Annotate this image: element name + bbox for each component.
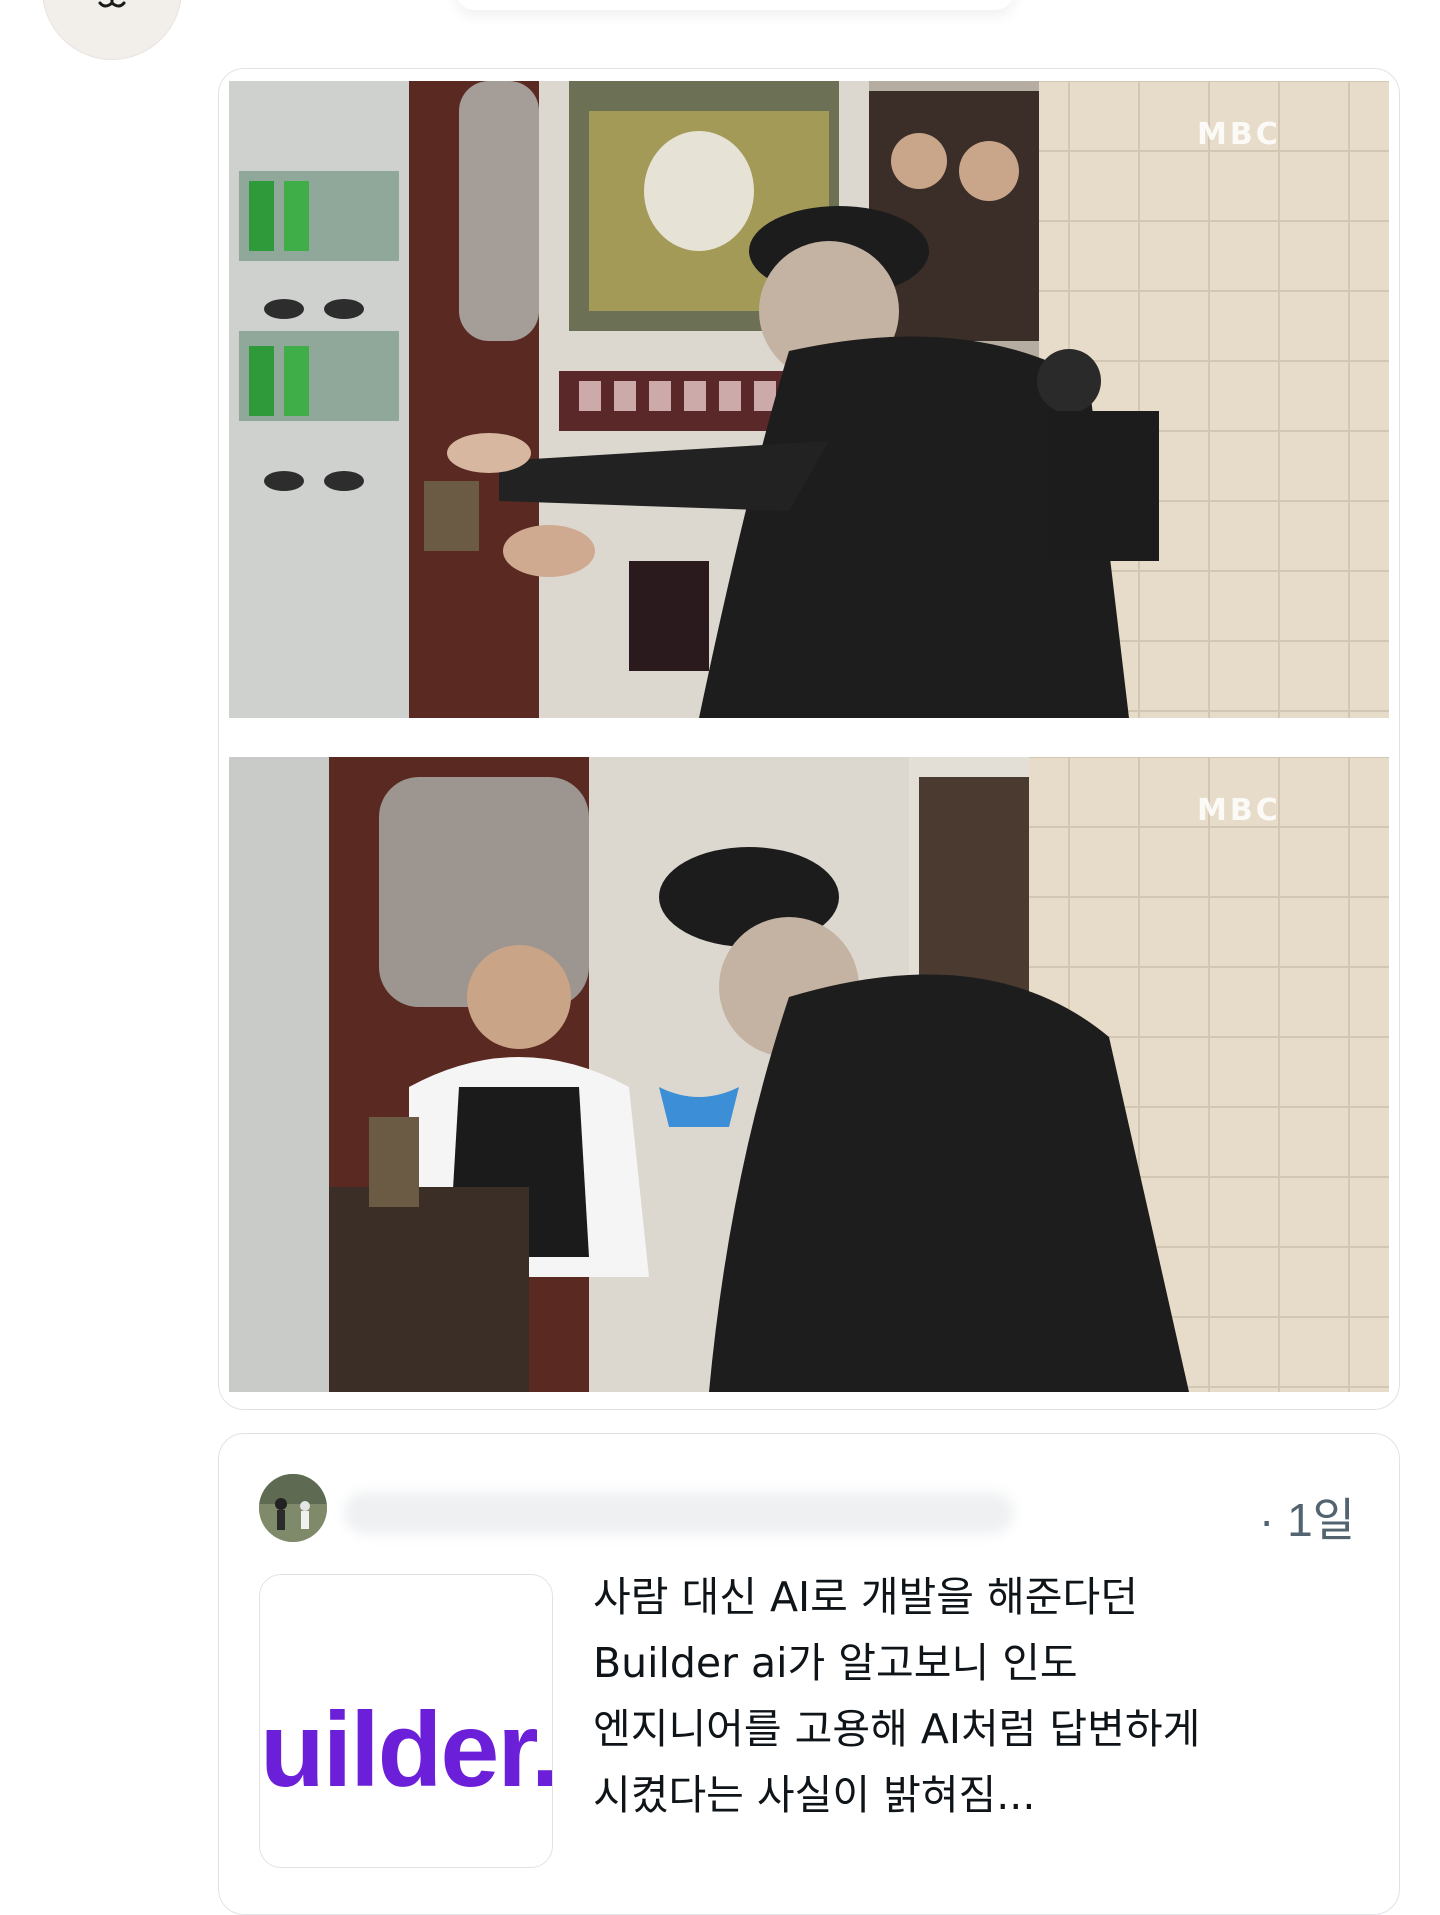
photo-icon bbox=[229, 81, 1389, 718]
photo-icon bbox=[229, 757, 1389, 1392]
quote-timestamp[interactable]: · 1일 bbox=[1259, 1484, 1355, 1550]
quote-link-thumbnail[interactable]: uilder. bbox=[259, 1574, 553, 1868]
builder-logo: uilder. bbox=[260, 1691, 553, 1809]
photo-watermark: MBC bbox=[1197, 793, 1281, 828]
bear-face-icon bbox=[98, 0, 126, 8]
quote-author-avatar[interactable] bbox=[259, 1474, 327, 1542]
quoted-tweet-card[interactable]: · 1일 uilder. 사람 대신 AI로 개발을 해준다던 Builder … bbox=[218, 1433, 1400, 1915]
tweet-media-card[interactable]: MBC MBC bbox=[218, 68, 1400, 1410]
user-avatar[interactable] bbox=[42, 0, 182, 60]
quote-author-name-redacted bbox=[344, 1492, 1014, 1534]
media-photo-1[interactable]: MBC bbox=[229, 81, 1389, 718]
media-photo-2[interactable]: MBC bbox=[229, 757, 1389, 1392]
quote-text: 사람 대신 AI로 개발을 해준다던 Builder ai가 알고보니 인도 엔… bbox=[593, 1573, 1201, 1819]
photo-watermark: MBC bbox=[1197, 117, 1281, 152]
person-icon bbox=[259, 1474, 327, 1542]
top-overlay-shadow bbox=[455, 0, 1015, 10]
